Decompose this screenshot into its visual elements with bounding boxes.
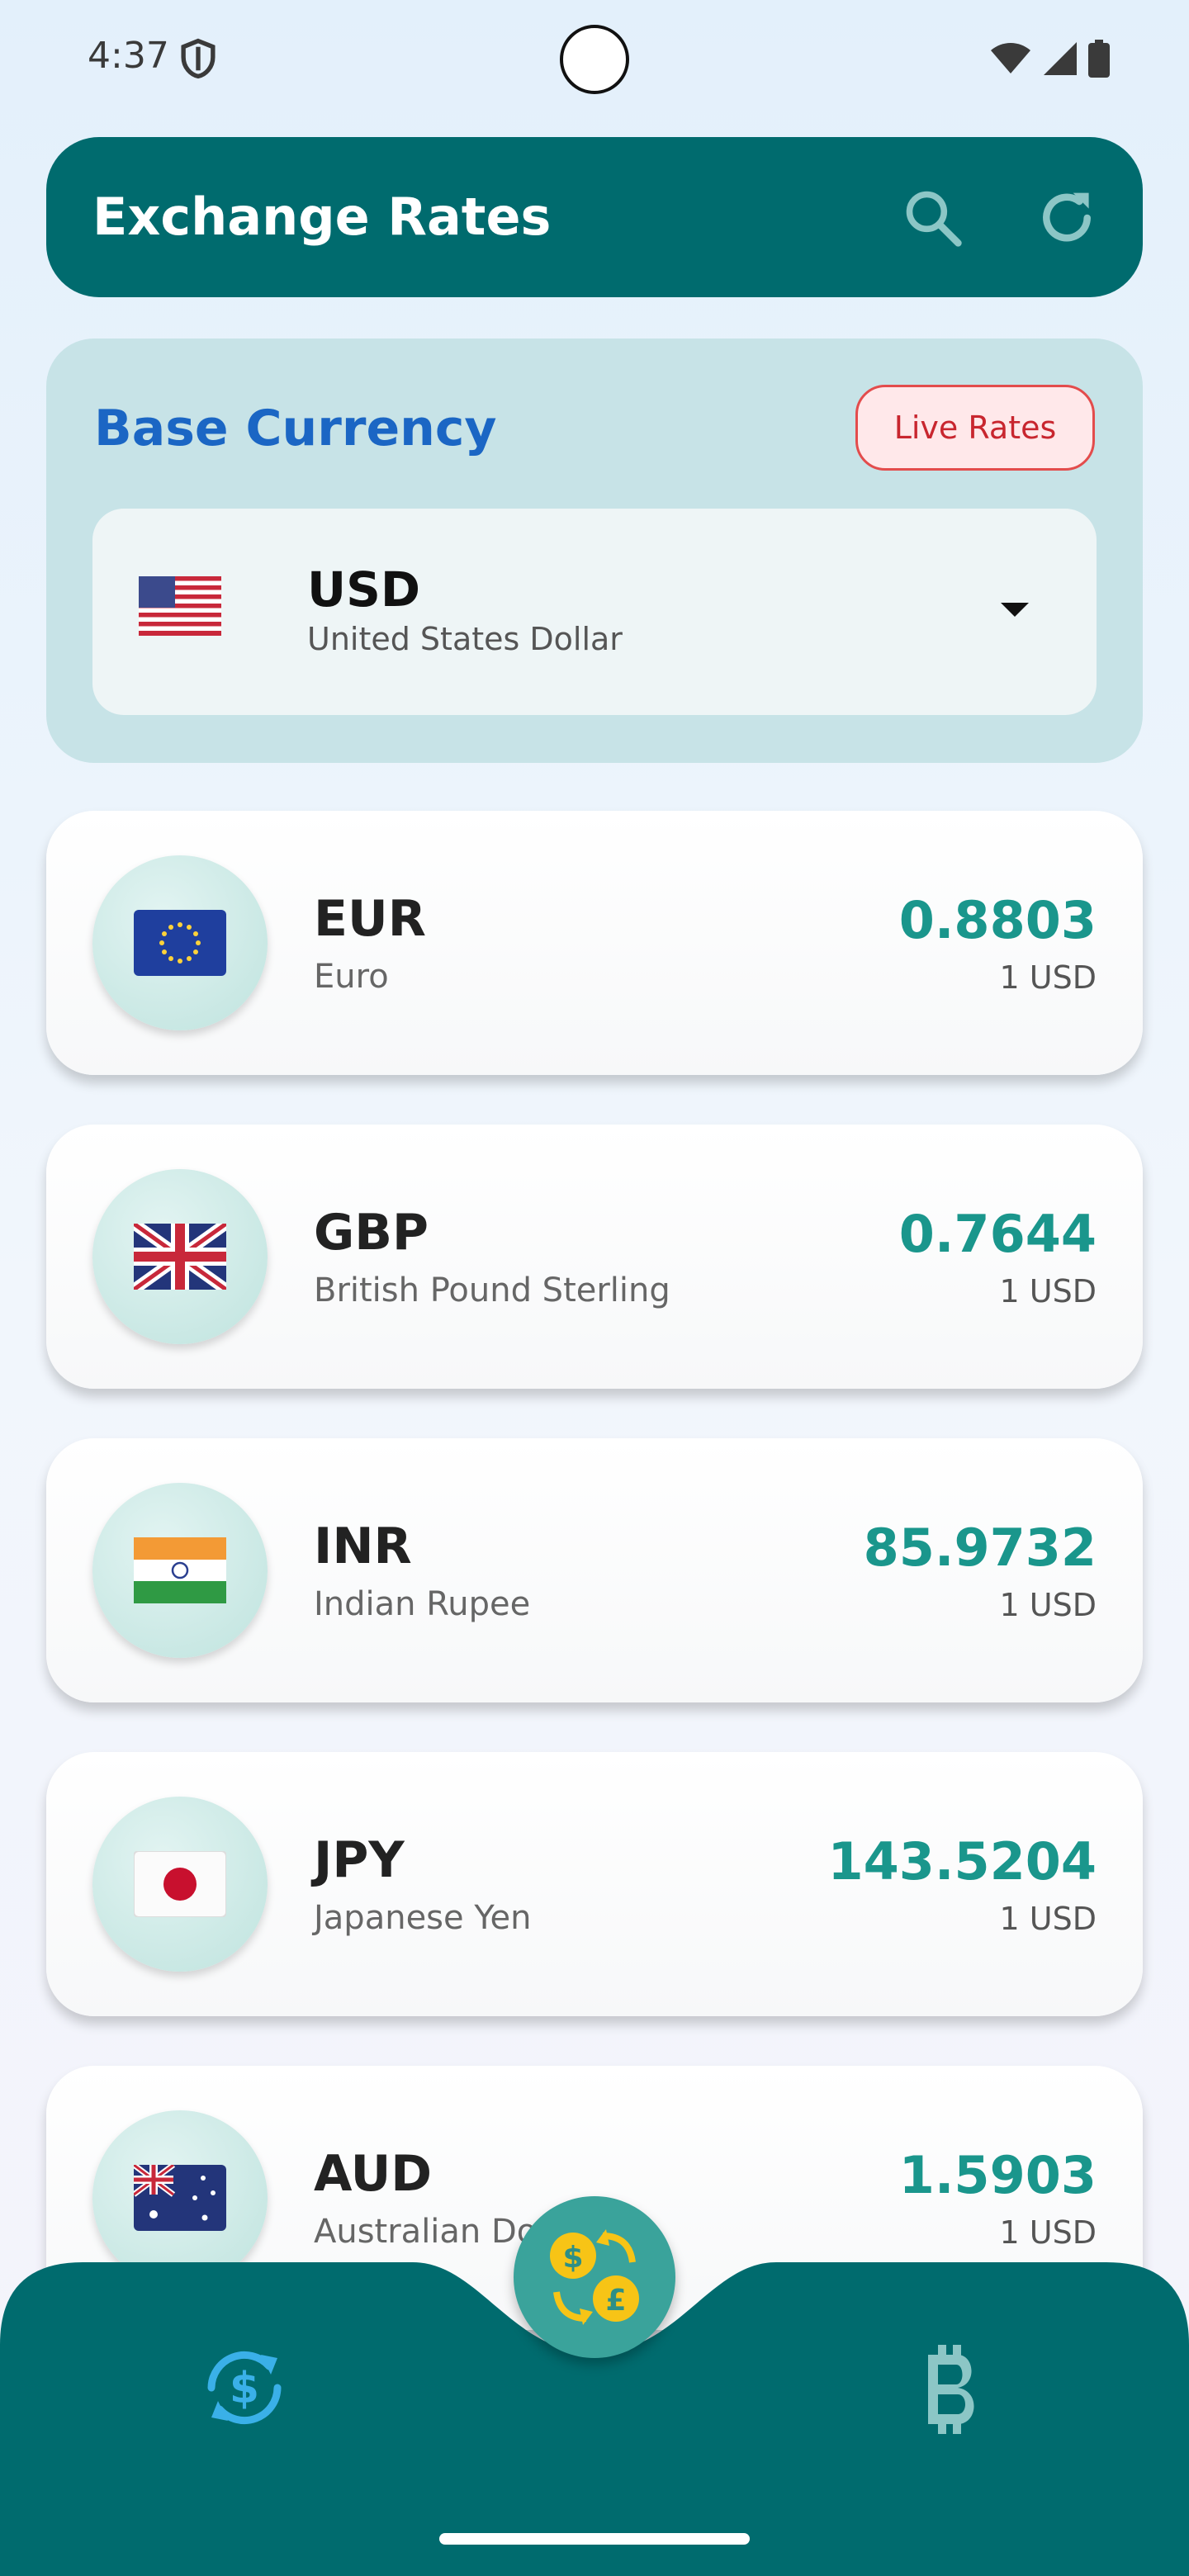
flag-avatar bbox=[92, 2110, 268, 2285]
convert-icon: $ £ bbox=[550, 2229, 639, 2325]
us-flag-icon bbox=[139, 576, 221, 636]
page-title: Exchange Rates bbox=[92, 187, 552, 247]
base-currency-title: Base Currency bbox=[94, 400, 497, 457]
live-rates-badge: Live Rates bbox=[855, 385, 1095, 471]
base-currency-dropdown[interactable]: USD United States Dollar bbox=[92, 509, 1097, 715]
currency-name: British Pound Sterling bbox=[314, 1271, 670, 1309]
currency-exchange-icon: $ bbox=[207, 2351, 282, 2425]
app-bar: Exchange Rates bbox=[46, 137, 1143, 297]
nav-crypto[interactable] bbox=[905, 2342, 996, 2441]
rate-value: 85.9732 bbox=[863, 1518, 1097, 1578]
rate-value: 1.5903 bbox=[898, 2145, 1097, 2205]
rate-card-inr[interactable]: INR Indian Rupee 85.9732 1 USD bbox=[46, 1438, 1143, 1702]
australia-flag-icon bbox=[134, 2165, 226, 2231]
search-button[interactable] bbox=[900, 185, 966, 251]
selected-currency-code: USD bbox=[307, 561, 421, 618]
bitcoin-icon bbox=[928, 2345, 974, 2434]
flag-avatar bbox=[92, 1797, 268, 1972]
currency-name: Indian Rupee bbox=[314, 1585, 531, 1623]
camera-cutout bbox=[560, 25, 629, 94]
home-indicator[interactable] bbox=[439, 2533, 750, 2545]
status-time: 4:37 bbox=[88, 35, 169, 77]
uk-flag-icon bbox=[134, 1224, 226, 1290]
rate-unit: 1 USD bbox=[999, 1901, 1097, 1937]
selected-currency-name: United States Dollar bbox=[307, 621, 623, 657]
rate-value: 0.7644 bbox=[898, 1204, 1097, 1264]
rate-card-gbp[interactable]: GBP British Pound Sterling 0.7644 1 USD bbox=[46, 1125, 1143, 1389]
currency-code: AUD bbox=[314, 2145, 433, 2203]
rate-unit: 1 USD bbox=[999, 1273, 1097, 1309]
refresh-button[interactable] bbox=[1034, 185, 1100, 251]
japan-flag-icon bbox=[134, 1851, 226, 1917]
currency-code: JPY bbox=[314, 1831, 405, 1889]
currency-code: GBP bbox=[314, 1204, 429, 1262]
currency-name: Japanese Yen bbox=[314, 1899, 532, 1937]
svg-text:$: $ bbox=[230, 2364, 259, 2413]
shield-icon bbox=[181, 38, 216, 79]
flag-avatar bbox=[92, 1169, 268, 1344]
flag-avatar bbox=[92, 1483, 268, 1658]
signal-icon bbox=[1044, 42, 1077, 75]
rate-card-jpy[interactable]: JPY Japanese Yen 143.5204 1 USD bbox=[46, 1752, 1143, 2016]
flag-avatar bbox=[92, 855, 268, 1030]
currency-code: INR bbox=[314, 1518, 412, 1575]
rate-value: 0.8803 bbox=[898, 890, 1097, 950]
wifi-icon bbox=[991, 43, 1030, 73]
rate-unit: 1 USD bbox=[999, 959, 1097, 996]
rate-value: 143.5204 bbox=[827, 1831, 1097, 1892]
currency-code: EUR bbox=[314, 890, 426, 948]
battery-icon bbox=[1088, 40, 1110, 78]
status-icons bbox=[989, 40, 1110, 78]
rate-unit: 1 USD bbox=[999, 1587, 1097, 1623]
india-flag-icon bbox=[134, 1537, 226, 1603]
rate-card-eur[interactable]: EUR Euro 0.8803 1 USD bbox=[46, 811, 1143, 1075]
rate-unit: 1 USD bbox=[999, 2214, 1097, 2251]
convert-fab[interactable]: $ £ bbox=[514, 2196, 675, 2358]
currency-name: Euro bbox=[314, 958, 389, 996]
search-icon bbox=[906, 191, 962, 247]
eu-flag-icon bbox=[134, 910, 226, 976]
svg-text:$: $ bbox=[562, 2241, 583, 2275]
svg-text:£: £ bbox=[605, 2284, 626, 2318]
base-currency-card: Base Currency Live Rates USD United Stat… bbox=[46, 339, 1143, 763]
status-bar: 4:37 bbox=[0, 0, 1189, 124]
refresh-icon bbox=[1043, 192, 1091, 242]
chevron-down-icon bbox=[1001, 603, 1029, 617]
nav-rates[interactable]: $ bbox=[195, 2338, 294, 2437]
